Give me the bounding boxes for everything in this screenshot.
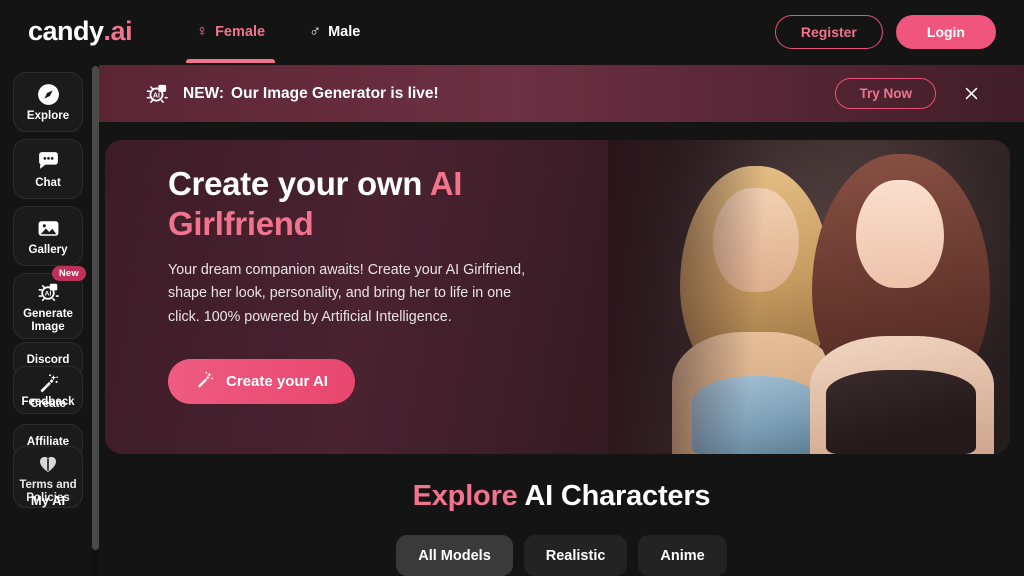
hero-title-part1: Create your own — [168, 165, 430, 202]
ai-image-generator-icon: AI — [144, 81, 170, 107]
hero-banner: Create your own AI Girlfriend Your dream… — [105, 140, 1010, 454]
filter-tab-all-models[interactable]: All Models — [396, 535, 513, 576]
new-badge: New — [51, 266, 86, 281]
brand-logo-suffix: .ai — [103, 16, 133, 46]
sidebar-stack-affiliate-terms: Affiliate Terms and Policies My AI — [13, 424, 83, 520]
explore-heading-white: AI Characters — [517, 480, 711, 512]
svg-text:AI: AI — [44, 291, 51, 298]
magic-wand-icon — [35, 369, 61, 395]
filter-tab-anime[interactable]: Anime — [638, 535, 727, 576]
brand-logo[interactable]: candy .ai — [28, 16, 133, 46]
sidebar-item-chat-label: Chat — [35, 177, 61, 190]
hero-artwork-gradient-overlay — [608, 140, 1010, 454]
male-gender-icon: ♂ — [309, 22, 322, 40]
close-icon[interactable] — [960, 83, 982, 105]
try-now-button[interactable]: Try Now — [835, 78, 936, 109]
brand-logo-name: candy — [28, 16, 104, 46]
sidebar-item-explore[interactable]: Explore — [13, 72, 83, 132]
promo-banner-lead: NEW: — [183, 84, 225, 102]
create-your-ai-label: Create your AI — [226, 372, 328, 390]
sidebar-item-generate-image[interactable]: New AI Generate Image — [13, 266, 86, 339]
login-button[interactable]: Login — [895, 14, 996, 49]
app-root: candy .ai ♀ Female ♂ Male Register Login … — [0, 0, 1024, 576]
hero-artwork — [608, 140, 1010, 454]
create-your-ai-button[interactable]: Create your AI — [168, 358, 355, 404]
hero-title: Create your own AI Girlfriend — [168, 164, 538, 243]
sidebar-item-gallery-label: Gallery — [28, 244, 68, 257]
promo-banner-text: NEW: Our Image Generator is live! — [183, 85, 439, 103]
main-content: AI NEW: Our Image Generator is live! Try … — [99, 63, 1024, 576]
register-button[interactable]: Register — [774, 14, 883, 49]
sidebar-item-my-ai-label[interactable]: My AI — [13, 494, 83, 508]
header-actions: Register Login — [774, 14, 996, 49]
hero-paragraph: Your dream companion awaits! Create your… — [168, 262, 526, 325]
active-tab-underline — [186, 59, 276, 63]
sidebar-item-chat[interactable]: Chat — [13, 139, 83, 199]
female-gender-icon: ♀ — [196, 22, 209, 40]
nav-tab-female-label: Female — [215, 23, 266, 40]
image-icon — [35, 215, 61, 241]
gender-nav: ♀ Female ♂ Male — [174, 0, 382, 63]
magic-wand-icon — [195, 369, 215, 393]
filter-tab-realistic[interactable]: Realistic — [523, 535, 628, 576]
svg-text:AI: AI — [153, 92, 160, 99]
sidebar-item-gallery[interactable]: Gallery — [13, 206, 83, 266]
ai-image-generator-icon: AI — [35, 279, 61, 305]
hero-copy: Create your own AI Girlfriend Your dream… — [168, 164, 538, 404]
sidebar-item-feedback-label[interactable]: Feedback — [13, 396, 83, 408]
heart-icon — [35, 450, 61, 476]
explore-heading-pink: Explore — [412, 480, 518, 512]
character-filter-tabs: All Models Realistic Anime — [99, 535, 1024, 576]
nav-tab-female[interactable]: ♀ Female — [174, 0, 287, 63]
page-scrollbar-thumb[interactable] — [92, 66, 99, 550]
compass-icon — [35, 81, 61, 107]
left-sidebar: Explore Chat Gallery New AI Generate Ima… — [0, 63, 96, 576]
explore-heading: Explore AI Characters — [99, 480, 1024, 513]
chat-bubble-icon — [35, 148, 61, 174]
sidebar-item-explore-label: Explore — [26, 110, 70, 123]
top-header: candy .ai ♀ Female ♂ Male Register Login — [0, 0, 1024, 63]
sidebar-item-generate-image-label: Generate Image — [23, 308, 73, 333]
nav-tab-male-label: Male — [328, 23, 361, 40]
nav-tab-male[interactable]: ♂ Male — [287, 0, 382, 63]
promo-banner: AI NEW: Our Image Generator is live! Try … — [99, 65, 1024, 122]
sidebar-stack-discord-create: Discord Create Feedback — [13, 342, 83, 414]
sidebar-item-discord-label: Discord — [26, 353, 70, 366]
promo-banner-message: Our Image Generator is live! — [231, 84, 439, 102]
